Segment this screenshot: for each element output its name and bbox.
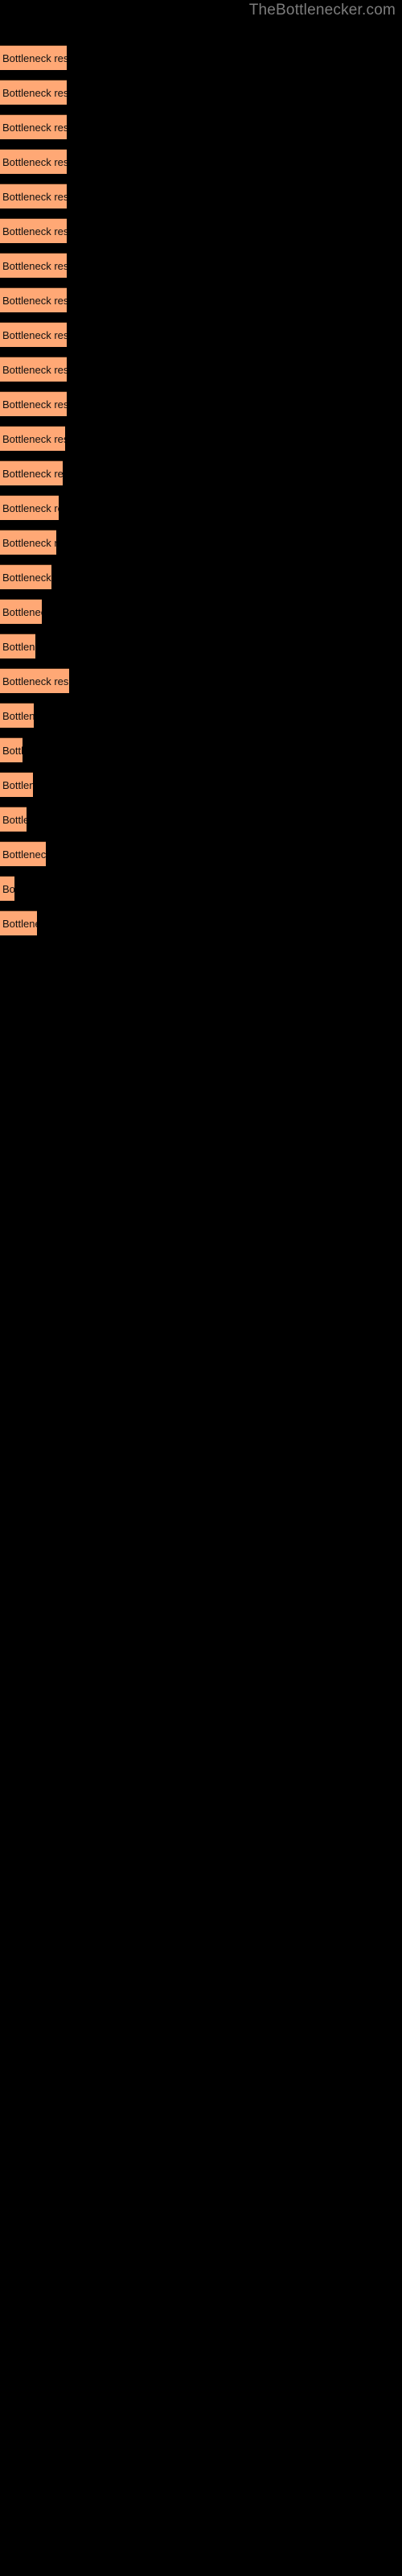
bar: Bottleneck result [0, 599, 42, 624]
bar: Bottleneck result [0, 564, 51, 589]
bar-label: Bottleneck result [2, 122, 67, 134]
bar: Bottleneck result [0, 253, 67, 278]
bar: Bottleneck result [0, 841, 46, 866]
bar-label: Bottleneck result [2, 572, 51, 584]
bar-label: Bottleneck result [2, 52, 67, 64]
bar-label: Bottleneck result [2, 156, 67, 168]
bar-label: Bottleneck result [2, 537, 56, 549]
bar: Bottleneck result [0, 80, 67, 105]
bar: Bottleneck result [0, 322, 67, 347]
bar-label: Bottleneck result [2, 260, 67, 272]
bar-label: Bottleneck result [2, 675, 69, 687]
bar-label: Bottleneck result [2, 295, 67, 307]
bar: Bottleneck result [0, 149, 67, 174]
bar: Bottleneck result [0, 114, 67, 139]
bar-label: Bottleneck result [2, 606, 42, 618]
bar-label: Bottleneck result [2, 745, 23, 757]
bar-label: Bottleneck result [2, 225, 67, 237]
bar: Bottleneck result [0, 668, 69, 693]
bar: Bottleneck result [0, 634, 35, 658]
bar: Bottleneck result [0, 357, 67, 382]
page-title: TheBottlenecker.com [248, 2, 396, 19]
bar: Bottleneck result [0, 807, 27, 832]
bar-label: Bottleneck result [2, 502, 59, 514]
bar-label: Bottleneck result [2, 641, 35, 653]
bar: Bottleneck result [0, 910, 37, 935]
bar-label: Bottleneck result [2, 87, 67, 99]
bar-chart: TheBottlenecker.com Bottleneck result Bot… [0, 0, 402, 2576]
bar: Bottleneck result [0, 391, 67, 416]
bar-label: Bottleneck result [2, 710, 34, 722]
bar-label: Bottleneck result [2, 918, 37, 930]
bar: Bottleneck result [0, 737, 23, 762]
bar: Bottleneck result [0, 426, 65, 451]
bar-label: Bottleneck result [2, 848, 46, 861]
bar: Bottleneck result [0, 460, 63, 485]
bar: Bottleneck result [0, 703, 34, 728]
bar: Bottleneck result [0, 772, 33, 797]
bar: Bottleneck result [0, 495, 59, 520]
bar-label: Bottleneck result [2, 814, 27, 826]
bar: Bottleneck result [0, 184, 67, 208]
bar-label: Bottleneck result [2, 191, 67, 203]
bar-label: Bottleneck result [2, 364, 67, 376]
bar-label: Bottleneck result [2, 398, 67, 411]
bar: Bottleneck result [0, 530, 56, 555]
bar: Bottleneck result [0, 218, 67, 243]
bar-label: Bottleneck result [2, 433, 65, 445]
bar: Bottleneck result [0, 287, 67, 312]
bar-label: Bottleneck result [2, 468, 63, 480]
bar-label: Bottleneck result [2, 329, 67, 341]
bar: Bottleneck result [0, 876, 14, 901]
bar-label: Bottleneck result [2, 779, 33, 791]
bar-label: Bottleneck result [2, 883, 14, 895]
bar: Bottleneck result [0, 45, 67, 70]
